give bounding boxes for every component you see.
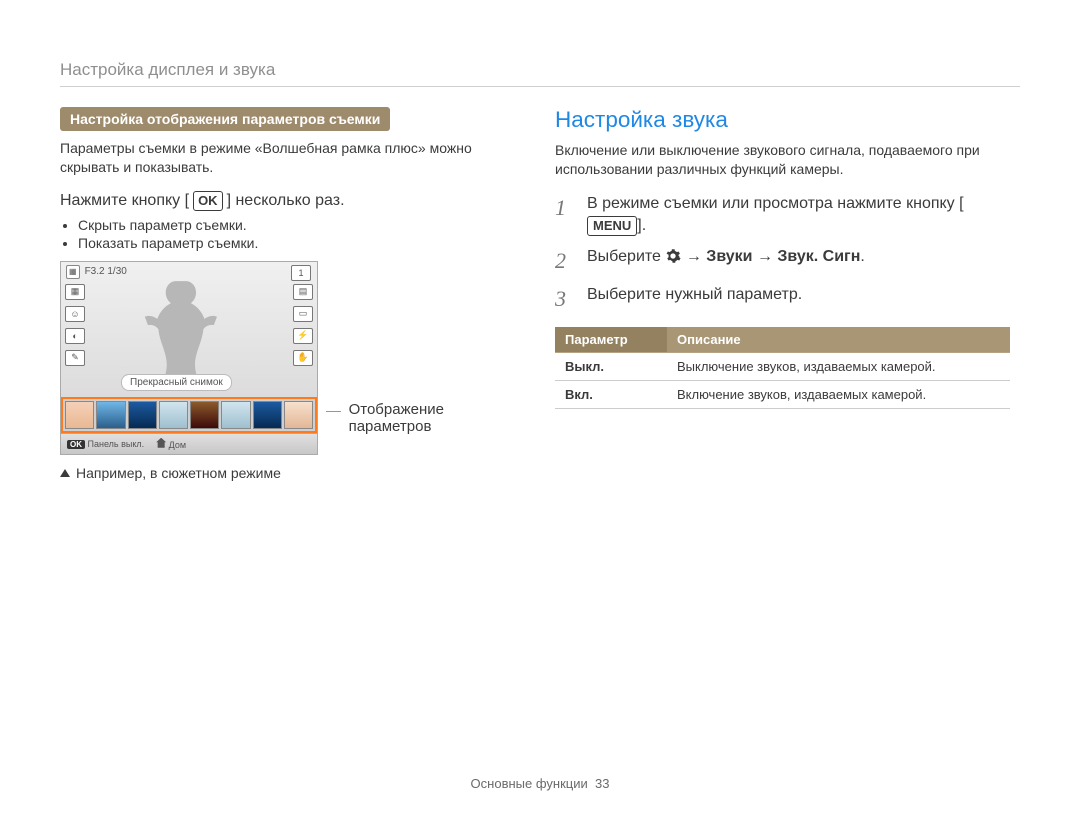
left-icon-column: ▦ ☺ ◐ ✎ [65, 284, 85, 366]
camera-bottombar: OK Панель выкл. Дом [61, 433, 317, 454]
gear-icon [665, 248, 681, 264]
footer-page-number: 33 [595, 776, 609, 791]
page-header-title: Настройка дисплея и звука [60, 60, 1020, 80]
step-list: 1 В режиме съемки или просмотра нажмите … [555, 193, 1010, 315]
step-3: 3 Выберите нужный параметр. [555, 284, 1010, 315]
face-icon: ☺ [65, 306, 85, 322]
divider [60, 86, 1020, 87]
options-table: Параметр Описание Выкл. Выключение звуко… [555, 327, 1010, 409]
thumb-icon [190, 401, 219, 429]
step1-pre: В режиме съемки или просмотра нажмите кн… [587, 195, 955, 212]
top-right-icons: 1 [291, 265, 313, 281]
thumb-icon [284, 401, 313, 429]
right-column: Настройка звука Включение или выключение… [555, 107, 1010, 481]
quality-icon: ▭ [293, 306, 313, 322]
caption-text: Например, в сюжетном режиме [76, 465, 281, 481]
footer-section: Основные функции [471, 776, 588, 791]
step-body: Выберите → Звуки → Звук. Сигн. [587, 246, 1010, 277]
ok-mini-icon: OK [67, 440, 85, 449]
thumb-icon [253, 401, 282, 429]
camera-screen: ▦ F3.2 1/30 1 ▦ ☺ ◐ ✎ ▤ [60, 261, 318, 455]
step-2: 2 Выберите → Звуки → Звук. Сигн. [555, 246, 1010, 277]
td-label: Вкл. [555, 381, 667, 409]
table-row: Выкл. Выключение звуков, издаваемых каме… [555, 353, 1010, 381]
thumbnail-strip [65, 401, 313, 429]
table-header-row: Параметр Описание [555, 327, 1010, 353]
menu-button-label: MENU [587, 216, 637, 236]
td-desc: Выключение звуков, издаваемых камерой. [667, 353, 1010, 381]
step-number: 3 [555, 284, 573, 315]
camera-tooltip: Прекрасный снимок [121, 374, 232, 391]
camera-upper: ▦ F3.2 1/30 1 ▦ ☺ ◐ ✎ ▤ [61, 262, 317, 397]
instr-post: ] несколько раз. [227, 192, 345, 210]
contrast-icon: ◐ [65, 328, 85, 344]
callout-text: Отображение параметров [349, 401, 515, 435]
resolution-icon: ▤ [293, 284, 313, 300]
figure-caption: Например, в сюжетном режиме [60, 465, 515, 481]
section-badge: Настройка отображения параметров съемки [60, 107, 390, 131]
step2-bold: → Звуки → Звук. Сигн [686, 248, 861, 265]
left-intro: Параметры съемки в режиме «Волшебная рам… [60, 139, 515, 177]
columns: Настройка отображения параметров съемки … [60, 107, 1020, 481]
thumb-icon [96, 401, 125, 429]
step-body: Выберите нужный параметр. [587, 284, 1010, 315]
step-number: 2 [555, 246, 573, 277]
step1-post: . [642, 217, 646, 234]
right-intro: Включение или выключение звукового сигна… [555, 141, 1010, 179]
battery-icon: 1 [291, 265, 311, 281]
bullet-list: Скрыть параметр съемки. Показать парамет… [60, 217, 515, 251]
hand-icon: ✋ [293, 350, 313, 366]
page-footer: Основные функции 33 [0, 776, 1080, 791]
home-label: Дом [169, 440, 186, 450]
home-icon [156, 438, 166, 448]
top-exposure-label: F3.2 1/30 [85, 266, 127, 277]
brush-icon: ✎ [65, 350, 85, 366]
panel-label: Панель выкл. [88, 439, 145, 449]
step-number: 1 [555, 193, 573, 238]
triangle-up-icon [60, 469, 70, 477]
step-body: В режиме съемки или просмотра нажмите кн… [587, 193, 1010, 238]
right-icon-column: ▤ ▭ ⚡ ✋ [293, 284, 313, 366]
thumb-icon [159, 401, 188, 429]
mode-chip-icon: ▦ [66, 265, 80, 279]
td-label: Выкл. [555, 353, 667, 381]
ok-button-label: OK [193, 191, 223, 211]
td-desc: Включение звуков, издаваемых камерой. [667, 381, 1010, 409]
sound-heading: Настройка звука [555, 107, 1010, 133]
thumb-icon [128, 401, 157, 429]
thumb-icon [221, 401, 250, 429]
step-1: 1 В режиме съемки или просмотра нажмите … [555, 193, 1010, 238]
instr-pre: Нажмите кнопку [ [60, 192, 189, 210]
camera-topbar: ▦ F3.2 1/30 [66, 265, 127, 279]
th-description: Описание [667, 327, 1010, 353]
th-parameter: Параметр [555, 327, 667, 353]
step2-pre: Выберите [587, 248, 665, 265]
camera-figure-wrap: ▦ F3.2 1/30 1 ▦ ☺ ◐ ✎ ▤ [60, 261, 515, 455]
flash-icon: ⚡ [293, 328, 313, 344]
step2-post: . [860, 248, 864, 265]
table-row: Вкл. Включение звуков, издаваемых камеро… [555, 381, 1010, 409]
bullet-item: Показать параметр съемки. [78, 235, 515, 251]
instruction-line: Нажмите кнопку [OK] несколько раз. [60, 191, 515, 211]
thumb-strip-highlight [61, 397, 317, 433]
bottombar-right: Дом [156, 438, 186, 450]
grid-icon: ▦ [65, 284, 85, 300]
page: Настройка дисплея и звука Настройка отоб… [0, 0, 1080, 815]
callout-connector [326, 411, 341, 412]
bullet-item: Скрыть параметр съемки. [78, 217, 515, 233]
thumb-icon [65, 401, 94, 429]
left-column: Настройка отображения параметров съемки … [60, 107, 515, 481]
bottombar-left: OK Панель выкл. [67, 439, 144, 449]
